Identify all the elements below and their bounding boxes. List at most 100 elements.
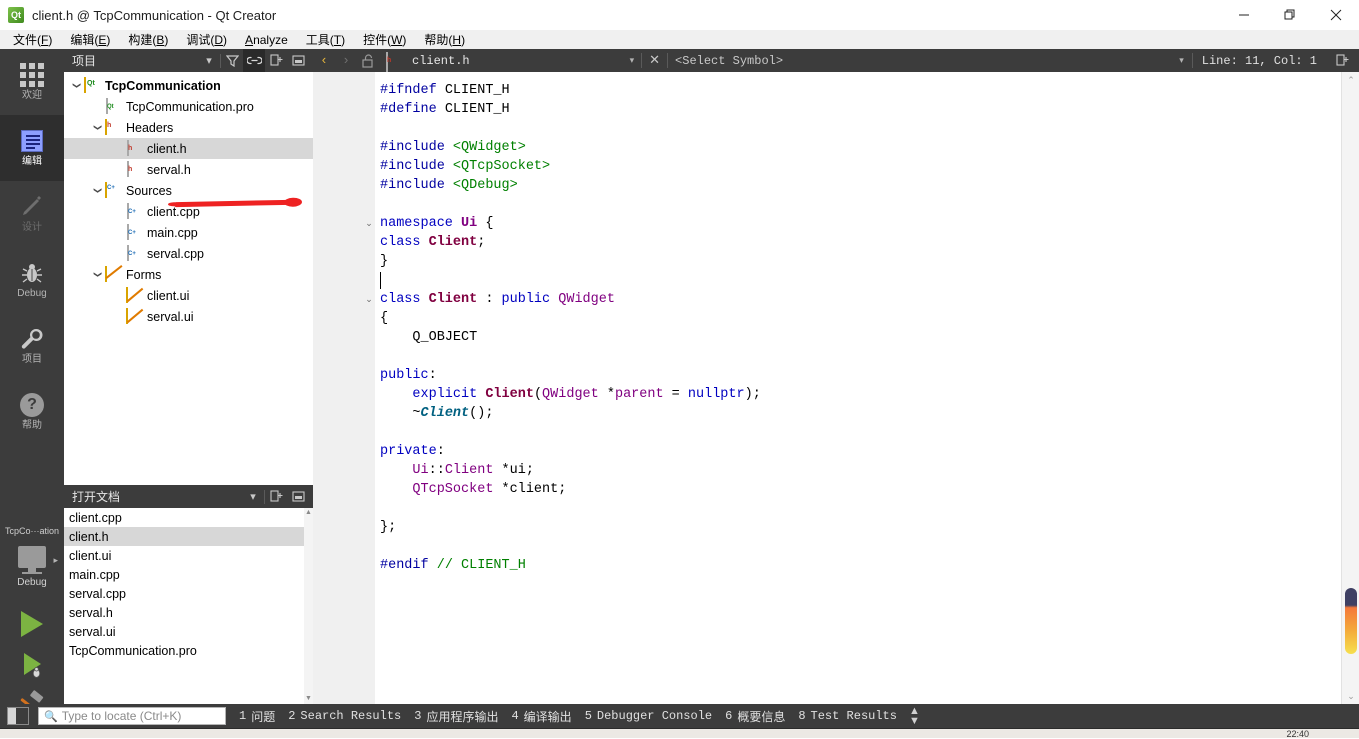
code-text[interactable]: #ifndef CLIENT_H #define CLIENT_H #includ… <box>380 72 1340 704</box>
output-pane-app-output[interactable]: 3 应用程序输出 <box>414 708 498 725</box>
code-line[interactable]: class Client; <box>380 233 485 252</box>
menu-help[interactable]: 帮助(H) <box>415 31 474 49</box>
maximize-button[interactable] <box>1267 0 1313 30</box>
scroll-down-arrow[interactable]: ▼ <box>304 694 313 704</box>
editor-scroll-up[interactable]: ⌃ <box>1342 72 1359 88</box>
output-pane-debugger-console[interactable]: 5 Debugger Console <box>585 709 712 723</box>
editor-file-selector[interactable]: h client.h ▾ <box>385 51 635 72</box>
doc-serval-cpp[interactable]: serval.cpp <box>64 584 304 603</box>
doc-client-h[interactable]: client.h <box>64 527 304 546</box>
doc-client-ui[interactable]: client.ui <box>64 546 304 565</box>
doc-main-cpp[interactable]: main.cpp <box>64 565 304 584</box>
mode-help[interactable]: ? 帮助 <box>0 379 64 445</box>
file-main-cpp[interactable]: C+ main.cpp <box>64 222 313 243</box>
code-line[interactable] <box>380 119 388 138</box>
symbol-selector[interactable]: <Select Symbol> <box>675 54 783 68</box>
code-line[interactable] <box>380 423 388 442</box>
code-line[interactable]: #include <QTcpSocket> <box>380 157 550 176</box>
code-line[interactable]: private: <box>380 442 445 461</box>
file-client-h[interactable]: h client.h <box>64 138 313 159</box>
file-pro[interactable]: Qt TcpCommunication.pro <box>64 96 313 117</box>
code-line[interactable] <box>380 347 388 366</box>
navigate-back-button[interactable]: ‹ <box>313 49 335 72</box>
code-line[interactable]: explicit Client(QWidget *parent = nullpt… <box>380 385 760 404</box>
code-line[interactable]: class Client : public QWidget <box>380 290 615 309</box>
editor-scrollbar[interactable]: ⌃ ⌄ <box>1341 72 1359 704</box>
close-button[interactable] <box>1313 0 1359 30</box>
folder-forms[interactable]: ❯ Forms <box>64 264 313 285</box>
mode-projects[interactable]: 项目 <box>0 313 64 379</box>
file-serval-ui[interactable]: serval.ui <box>64 306 313 327</box>
symbol-dropdown[interactable]: ▾ <box>1179 56 1184 66</box>
mode-welcome[interactable]: 欢迎 <box>0 49 64 115</box>
file-serval-cpp[interactable]: C+ serval.cpp <box>64 243 313 264</box>
code-line[interactable]: #include <QDebug> <box>380 176 518 195</box>
open-documents-dropdown[interactable]: ▾ <box>242 485 264 508</box>
code-line[interactable]: #include <QWidget> <box>380 138 526 157</box>
folder-headers[interactable]: ❯ h Headers <box>64 117 313 138</box>
code-line[interactable] <box>380 195 388 214</box>
menu-debug[interactable]: 调试(D) <box>177 31 236 49</box>
docs-close-pane-icon[interactable] <box>287 485 309 508</box>
menu-analyze[interactable]: Analyze <box>236 31 297 49</box>
code-line[interactable]: } <box>380 252 388 271</box>
open-documents-list[interactable]: client.cpp client.h client.ui main.cpp serva… <box>64 508 304 704</box>
doc-client-cpp[interactable]: client.cpp <box>64 508 304 527</box>
open-documents-scrollbar[interactable]: ▲ ▼ <box>304 508 313 704</box>
output-pane-search-results[interactable]: 2 Search Results <box>288 709 401 723</box>
code-line[interactable]: Ui::Client *ui; <box>380 461 534 480</box>
project-panel-dropdown[interactable]: ▾ <box>198 49 220 72</box>
code-line[interactable]: #endif // CLIENT_H <box>380 556 526 575</box>
output-pane-general-messages[interactable]: 6 概要信息 <box>725 708 785 725</box>
code-line[interactable]: Q_OBJECT <box>380 328 477 347</box>
menu-edit[interactable]: 编辑(E) <box>61 31 119 49</box>
docs-split-add-icon[interactable] <box>265 485 287 508</box>
filter-icon[interactable] <box>221 49 243 72</box>
close-pane-icon[interactable] <box>287 49 309 72</box>
editor-file-dropdown[interactable]: ▾ <box>630 56 635 66</box>
project-tree[interactable]: ❯ Qt TcpCommunication Qt TcpCommunication.pr… <box>64 72 313 485</box>
doc-pro[interactable]: TcpCommunication.pro <box>64 641 304 660</box>
code-line[interactable]: ~Client(); <box>380 404 493 423</box>
fold-marker-icon[interactable]: ⌄ <box>363 214 375 233</box>
debug-run-button[interactable] <box>0 644 64 684</box>
code-line[interactable] <box>380 575 388 594</box>
doc-serval-h[interactable]: serval.h <box>64 603 304 622</box>
line-column-indicator[interactable]: Line: 11, Col: 1 <box>1202 54 1317 68</box>
file-client-ui[interactable]: client.ui <box>64 285 313 306</box>
code-line[interactable]: }; <box>380 518 396 537</box>
run-button[interactable] <box>0 604 64 644</box>
editor-scroll-down[interactable]: ⌄ <box>1342 688 1359 704</box>
doc-serval-ui[interactable]: serval.ui <box>64 622 304 641</box>
navigate-forward-button[interactable]: › <box>335 49 357 72</box>
code-line[interactable] <box>380 499 388 518</box>
folder-sources[interactable]: ❯ C+ Sources <box>64 180 313 201</box>
editor-close-button[interactable]: ✕ <box>649 53 660 68</box>
kit-selector[interactable]: TcpCo···ation ▸ Debug <box>0 525 64 600</box>
editor-split-icon[interactable] <box>1331 49 1353 72</box>
code-line[interactable]: public: <box>380 366 437 385</box>
mode-design[interactable]: 设计 <box>0 181 64 247</box>
menu-widgets[interactable]: 控件(W) <box>354 31 415 49</box>
code-line[interactable]: QTcpSocket *client; <box>380 480 566 499</box>
code-line[interactable] <box>380 271 388 290</box>
mode-edit[interactable]: 编辑 <box>0 115 64 181</box>
menu-tools[interactable]: 工具(T) <box>297 31 354 49</box>
menu-build[interactable]: 构建(B) <box>119 31 177 49</box>
sidebar-toggle-icon[interactable] <box>7 707 29 725</box>
code-line[interactable]: namespace Ui { <box>380 214 493 233</box>
code-line[interactable]: { <box>380 309 388 328</box>
minimize-button[interactable] <box>1221 0 1267 30</box>
output-pane-test-results[interactable]: 8 Test Results <box>798 709 897 723</box>
scroll-up-arrow[interactable]: ▲ <box>304 508 313 518</box>
fold-marker-icon[interactable]: ⌄ <box>363 290 375 309</box>
file-serval-h[interactable]: h serval.h <box>64 159 313 180</box>
output-pane-size-toggle[interactable]: ▲ ▼ <box>909 706 920 727</box>
locator-input-wrap[interactable]: 🔍 Type to locate (Ctrl+K) <box>38 707 226 725</box>
menu-file[interactable]: 文件(F) <box>4 31 61 49</box>
code-line[interactable]: #ifndef CLIENT_H <box>380 81 510 100</box>
project-root[interactable]: ❯ Qt TcpCommunication <box>64 75 313 96</box>
editor-scrollbar-thumb[interactable] <box>1345 588 1357 654</box>
unlocked-icon[interactable] <box>357 49 379 72</box>
output-pane-issues[interactable]: 1 问题 <box>239 708 275 725</box>
